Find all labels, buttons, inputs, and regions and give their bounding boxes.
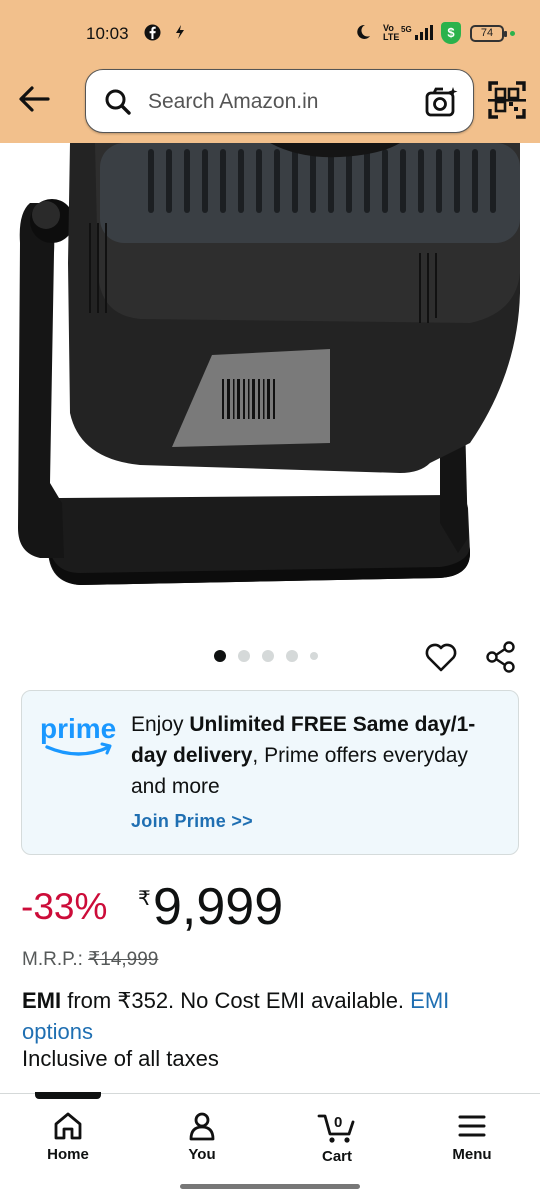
moon-icon xyxy=(355,24,371,44)
tax-info: Inclusive of all taxes xyxy=(22,1046,219,1071)
volte-icon: Vo LTE xyxy=(383,23,400,42)
cart-icon: 0 xyxy=(317,1114,355,1143)
carousel-dot[interactable] xyxy=(310,652,318,660)
nav-menu-label: Menu xyxy=(452,1146,492,1163)
camera-search-icon[interactable] xyxy=(424,85,460,119)
cart-count-badge: 0 xyxy=(334,1114,342,1131)
svg-text:5G: 5G xyxy=(401,25,412,34)
currency-symbol: ₹ xyxy=(138,888,151,910)
product-image[interactable] xyxy=(0,143,540,623)
nav-menu[interactable]: Menu xyxy=(432,1110,512,1163)
image-carousel-dots[interactable] xyxy=(214,650,318,662)
nav-home[interactable]: Home xyxy=(28,1110,108,1163)
discount-percentage: -33% xyxy=(21,886,108,927)
nav-cart[interactable]: 0 Cart xyxy=(297,1110,377,1165)
flash-icon xyxy=(174,24,186,44)
search-bar[interactable]: Search Amazon.in xyxy=(85,69,474,133)
join-prime-link[interactable]: Join Prime >> xyxy=(131,811,253,832)
home-icon xyxy=(54,1112,82,1140)
nav-cart-label: Cart xyxy=(321,1148,352,1165)
qr-scan-icon[interactable] xyxy=(487,80,527,120)
emi-info: EMI from ₹352. No Cost EMI available. EM… xyxy=(22,988,450,1044)
menu-icon xyxy=(458,1115,486,1137)
nav-home-label: Home xyxy=(47,1146,89,1163)
carousel-dot[interactable] xyxy=(214,650,226,662)
prime-offer-text: Enjoy Unlimited FREE Same day/1-day deli… xyxy=(131,713,476,798)
wishlist-heart-icon[interactable] xyxy=(424,640,458,674)
privacy-dot-icon xyxy=(510,31,515,36)
mrp-price: M.R.P.: ₹14,999 xyxy=(22,949,159,970)
product-price: 9,999 xyxy=(153,878,284,936)
share-icon[interactable] xyxy=(484,640,518,674)
back-arrow-icon[interactable] xyxy=(14,82,54,116)
active-tab-indicator xyxy=(35,1092,101,1099)
nav-you[interactable]: You xyxy=(162,1110,242,1163)
battery-indicator: 74 xyxy=(470,25,507,42)
search-input[interactable]: Search Amazon.in xyxy=(148,90,318,114)
user-icon xyxy=(189,1112,215,1141)
nav-you-label: You xyxy=(188,1146,216,1163)
status-bar: 10:03 Vo LTE 5G $ 74 xyxy=(0,0,540,68)
prime-banner[interactable]: prime Enjoy Unlimited FREE Same day/1-da… xyxy=(21,690,519,855)
carousel-dot[interactable] xyxy=(238,650,250,662)
carousel-dot[interactable] xyxy=(286,650,298,662)
status-time: 10:03 xyxy=(86,24,129,43)
shield-icon: $ xyxy=(441,22,461,44)
system-home-indicator[interactable] xyxy=(180,1184,360,1189)
carousel-dot[interactable] xyxy=(262,650,274,662)
facebook-icon xyxy=(144,24,161,45)
5g-signal-icon: 5G xyxy=(401,24,433,45)
prime-logo-text: prime xyxy=(40,713,116,744)
prime-logo: prime xyxy=(39,711,119,761)
search-icon xyxy=(104,88,132,116)
app-header: 10:03 Vo LTE 5G $ 74 Search Amazon.in xyxy=(0,0,540,143)
